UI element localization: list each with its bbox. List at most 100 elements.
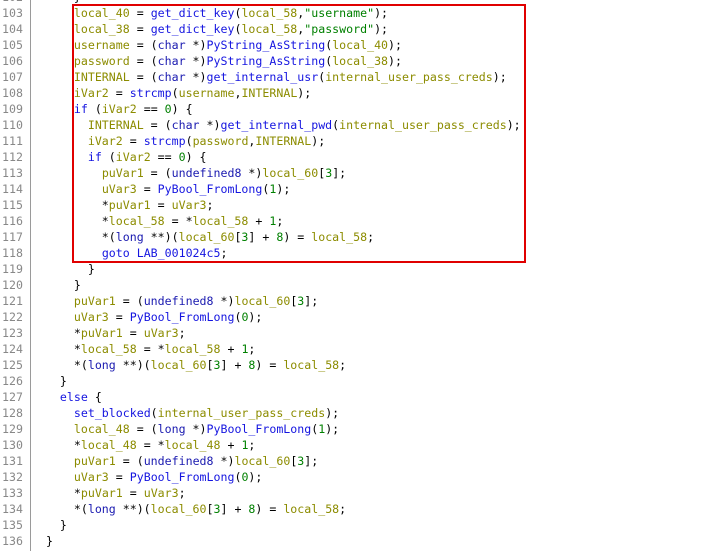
string-token[interactable]: "username" — [304, 6, 374, 20]
type-token[interactable]: char — [158, 38, 186, 52]
variable-token[interactable]: local_40 — [332, 38, 388, 52]
variable-token[interactable]: uVar3 — [172, 198, 207, 212]
variable-token[interactable]: local_38 — [332, 54, 388, 68]
code-line[interactable]: puVar1 = (undefined8 *)local_60[3]; — [32, 165, 346, 181]
code-line[interactable]: else { — [32, 389, 102, 405]
variable-token[interactable]: INTERNAL — [88, 118, 144, 132]
variable-token[interactable]: username — [179, 86, 235, 100]
variable-token[interactable]: uVar3 — [102, 182, 137, 196]
variable-token[interactable]: password — [193, 134, 249, 148]
code-line[interactable]: uVar3 = PyBool_FromLong(0); — [32, 309, 263, 325]
code-line[interactable]: local_48 = (long *)PyBool_FromLong(1); — [32, 421, 339, 437]
variable-token[interactable]: iVar2 — [74, 86, 109, 100]
type-token[interactable]: long — [158, 422, 186, 436]
keyword-token[interactable]: goto — [102, 246, 130, 260]
variable-token[interactable]: INTERNAL — [255, 134, 311, 148]
code-line[interactable]: if (iVar2 == 0) { — [32, 101, 193, 117]
variable-token[interactable]: local_48 — [81, 438, 137, 452]
variable-token[interactable]: local_40 — [74, 6, 130, 20]
variable-token[interactable]: internal_user_pass_creds — [158, 406, 326, 420]
function-token[interactable]: PyBool_FromLong — [130, 310, 235, 324]
variable-token[interactable]: INTERNAL — [241, 86, 297, 100]
variable-token[interactable]: puVar1 — [81, 486, 123, 500]
function-token[interactable]: get_dict_key — [151, 22, 235, 36]
function-token[interactable]: strcmp — [144, 134, 186, 148]
keyword-token[interactable]: else — [60, 390, 88, 404]
type-token[interactable]: undefined8 — [172, 166, 242, 180]
variable-token[interactable]: local_48 — [165, 438, 221, 452]
code-line[interactable]: puVar1 = (undefined8 *)local_60[3]; — [32, 293, 318, 309]
code-line[interactable]: } — [32, 517, 67, 533]
type-token[interactable]: undefined8 — [144, 294, 214, 308]
code-line[interactable]: *puVar1 = uVar3; — [32, 485, 186, 501]
code-line[interactable]: INTERNAL = (char *)get_internal_usr(inte… — [32, 69, 507, 85]
variable-token[interactable]: iVar2 — [102, 102, 137, 116]
variable-token[interactable]: local_58 — [283, 502, 339, 516]
code-line[interactable]: goto LAB_001024c5; — [32, 245, 228, 261]
variable-token[interactable]: local_60 — [151, 502, 207, 516]
variable-token[interactable]: puVar1 — [109, 198, 151, 212]
variable-token[interactable]: local_38 — [74, 22, 130, 36]
code-line[interactable]: username = (char *)PyString_AsString(loc… — [32, 37, 402, 53]
type-token[interactable]: char — [158, 54, 186, 68]
variable-token[interactable]: local_60 — [179, 230, 235, 244]
variable-token[interactable]: puVar1 — [102, 166, 144, 180]
code-line[interactable]: *puVar1 = uVar3; — [32, 325, 186, 341]
variable-token[interactable]: local_60 — [151, 358, 207, 372]
type-token[interactable]: undefined8 — [144, 454, 214, 468]
number-token[interactable]: 0 — [179, 150, 186, 164]
type-token[interactable]: char — [158, 70, 186, 84]
code-line[interactable]: uVar3 = PyBool_FromLong(0); — [32, 469, 263, 485]
code-line[interactable]: set_blocked(internal_user_pass_creds); — [32, 405, 339, 421]
variable-token[interactable]: local_58 — [311, 230, 367, 244]
string-token[interactable]: "password" — [304, 22, 374, 36]
code-line[interactable]: *(long **)(local_60[3] + 8) = local_58; — [32, 229, 374, 245]
variable-token[interactable]: local_58 — [241, 6, 297, 20]
code-line[interactable]: if (iVar2 == 0) { — [32, 149, 207, 165]
code-line[interactable]: } — [32, 533, 53, 549]
variable-token[interactable]: password — [74, 54, 130, 68]
code-line[interactable]: *puVar1 = uVar3; — [32, 197, 214, 213]
function-token[interactable]: strcmp — [130, 86, 172, 100]
code-line[interactable]: iVar2 = strcmp(username,INTERNAL); — [32, 85, 311, 101]
variable-token[interactable]: uVar3 — [144, 486, 179, 500]
variable-token[interactable]: username — [74, 38, 130, 52]
variable-token[interactable]: local_48 — [74, 422, 130, 436]
type-token[interactable]: long — [88, 358, 116, 372]
code-line[interactable]: *local_48 = *local_48 + 1; — [32, 437, 256, 453]
variable-token[interactable]: local_58 — [109, 214, 165, 228]
keyword-token[interactable]: if — [74, 102, 88, 116]
function-token[interactable]: PyBool_FromLong — [130, 470, 235, 484]
variable-token[interactable]: local_60 — [262, 166, 318, 180]
variable-token[interactable]: local_58 — [241, 22, 297, 36]
code-line[interactable]: INTERNAL = (char *)get_internal_pwd(inte… — [32, 117, 521, 133]
type-token[interactable]: char — [172, 118, 200, 132]
function-token[interactable]: get_dict_key — [151, 6, 235, 20]
variable-token[interactable]: iVar2 — [116, 150, 151, 164]
function-token[interactable]: PyBool_FromLong — [207, 422, 312, 436]
code-line[interactable]: *(long **)(local_60[3] + 8) = local_58; — [32, 501, 346, 517]
variable-token[interactable]: iVar2 — [88, 134, 123, 148]
code-line[interactable]: } — [32, 277, 81, 293]
code-line[interactable]: } — [32, 261, 95, 277]
code-line[interactable]: password = (char *)PyString_AsString(loc… — [32, 53, 402, 69]
type-token[interactable]: long — [88, 502, 116, 516]
variable-token[interactable]: local_60 — [234, 454, 290, 468]
function-token[interactable]: PyBool_FromLong — [158, 182, 263, 196]
variable-token[interactable]: internal_user_pass_creds — [325, 70, 493, 84]
code-line[interactable]: uVar3 = PyBool_FromLong(1); — [32, 181, 291, 197]
variable-token[interactable]: puVar1 — [74, 454, 116, 468]
variable-token[interactable]: local_60 — [234, 294, 290, 308]
function-token[interactable]: get_internal_pwd — [220, 118, 332, 132]
code-line[interactable]: local_40 = get_dict_key(local_58,"userna… — [32, 5, 388, 21]
function-token[interactable]: PyString_AsString — [207, 38, 326, 52]
code-line[interactable]: iVar2 = strcmp(password,INTERNAL); — [32, 133, 325, 149]
variable-token[interactable]: puVar1 — [81, 326, 123, 340]
function-token[interactable]: set_blocked — [74, 406, 151, 420]
function-token[interactable]: get_internal_usr — [207, 70, 319, 84]
variable-token[interactable]: local_58 — [193, 214, 249, 228]
code-line[interactable]: *local_58 = *local_58 + 1; — [32, 213, 284, 229]
code-line[interactable]: } — [32, 373, 67, 389]
code-line[interactable]: puVar1 = (undefined8 *)local_60[3]; — [32, 453, 318, 469]
variable-token[interactable]: internal_user_pass_creds — [339, 118, 507, 132]
